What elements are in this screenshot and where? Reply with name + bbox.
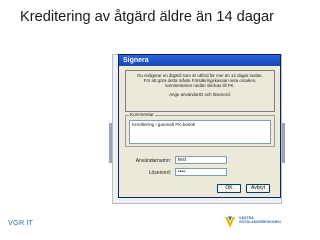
password-field[interactable]: ••••: [175, 168, 227, 176]
password-label: Lösenord:: [148, 170, 171, 176]
ok-button[interactable]: OK: [217, 184, 241, 193]
username-label: Användarnamn:: [135, 158, 171, 164]
username-field[interactable]: test: [175, 156, 227, 164]
window-resize-handle-right[interactable]: [282, 123, 285, 163]
footer-org-label: VGR IT: [8, 218, 34, 227]
logo-wordmark: VÄSTRA GÖTALANDSREGIONEN: [239, 216, 281, 225]
logo-line-2: GÖTALANDSREGIONEN: [239, 220, 281, 225]
window-resize-handle-left[interactable]: [109, 123, 112, 163]
sign-dialog: Signera Du redigerar en åtgärd som är ut…: [118, 54, 281, 198]
dialog-title: Signera: [119, 55, 280, 66]
slide-title: Kreditering av åtgärd äldre än 14 dagar: [20, 9, 274, 25]
info-line-4: Ange användarID och lösenord.: [169, 91, 231, 97]
cancel-button[interactable]: Avbryt: [246, 184, 270, 193]
info-message: Du redigerar en åtgärd som är utförd för…: [125, 70, 275, 112]
comment-textarea[interactable]: Kreditering i ganmalt FK-besök: [129, 120, 271, 144]
comment-label: Kommentar: [129, 112, 155, 117]
info-line-3: kommentaren nedan skickas till FK.: [165, 83, 235, 89]
comment-group: Kommentar Kreditering i ganmalt FK-besök: [125, 112, 275, 147]
